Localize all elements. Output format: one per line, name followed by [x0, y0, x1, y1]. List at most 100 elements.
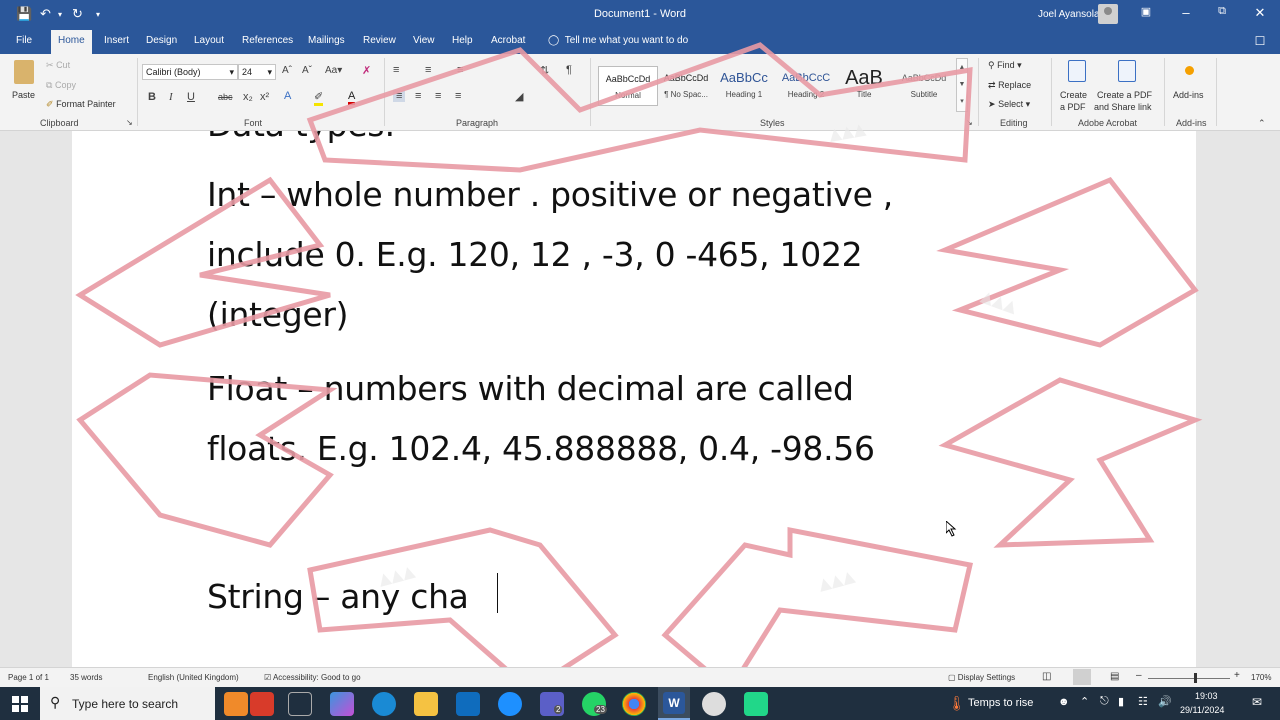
style-subtitle[interactable]: AaBbCcDd Subtitle	[894, 66, 954, 106]
people-icon[interactable]: ☻	[1058, 696, 1070, 708]
tab-review[interactable]: Review	[363, 35, 396, 46]
restore-button[interactable]: ⧉	[1212, 5, 1232, 18]
weather-status[interactable]: Temps to rise	[968, 697, 1033, 709]
tab-view[interactable]: View	[413, 35, 435, 46]
zoom-in-icon[interactable]: +	[1234, 670, 1240, 681]
user-name[interactable]: Joel Ayansola	[1038, 9, 1100, 20]
file-explorer-icon[interactable]	[414, 692, 438, 716]
clock-icon[interactable]	[702, 692, 726, 716]
clock-time[interactable]: 19:03	[1195, 691, 1218, 701]
chrome-icon[interactable]	[622, 692, 646, 716]
language-status[interactable]: English (United Kingdom)	[148, 673, 239, 682]
style-normal[interactable]: AaBbCcDd Normal	[598, 66, 658, 106]
align-center-icon[interactable]: ≡	[415, 90, 421, 102]
start-button[interactable]	[0, 687, 40, 720]
avatar[interactable]	[1098, 4, 1118, 24]
tab-references[interactable]: References	[242, 35, 293, 46]
ribbon-display-options-icon[interactable]: ▣	[1136, 5, 1156, 18]
document-area[interactable]: Data types: Int – whole number . positiv…	[0, 131, 1280, 667]
clock-date[interactable]: 29/11/2024	[1180, 705, 1224, 715]
taskbar-search[interactable]: ⚲ Type here to search	[40, 687, 215, 720]
close-button[interactable]: ✕	[1250, 5, 1270, 21]
align-left-icon[interactable]: ≡	[393, 90, 406, 102]
zoom-slider-thumb[interactable]	[1194, 673, 1197, 683]
safari-icon[interactable]	[498, 692, 522, 716]
pycharm-icon[interactable]	[744, 692, 768, 716]
highlight-icon[interactable]: ✐	[314, 90, 324, 106]
volume-icon[interactable]: 🔊	[1158, 695, 1172, 708]
bullets-icon[interactable]: ≡	[393, 64, 399, 76]
edge-icon[interactable]	[372, 692, 396, 716]
font-size-select[interactable]: 24 ▾	[238, 64, 276, 80]
text-effects-icon[interactable]: A	[284, 90, 291, 102]
accessibility-status[interactable]: ☑ Accessibility: Good to go	[264, 673, 361, 682]
grow-font-icon[interactable]: Aˆ	[282, 65, 292, 76]
web-layout-icon[interactable]: ▤	[1110, 671, 1119, 682]
shrink-font-icon[interactable]: Aˇ	[302, 65, 312, 76]
select-button[interactable]: ➤ Select ▾	[988, 99, 1030, 110]
tab-help[interactable]: Help	[452, 35, 473, 46]
word-taskbar-button[interactable]: W	[658, 687, 690, 720]
add-ins-button[interactable]: Add-ins	[1170, 58, 1210, 116]
change-case-icon[interactable]: Aa▾	[325, 65, 342, 76]
minimize-button[interactable]: –	[1176, 5, 1196, 20]
align-right-icon[interactable]: ≡	[435, 90, 441, 102]
network-icon[interactable]: ☷	[1138, 695, 1148, 708]
copy-button[interactable]: ⧉ Copy	[46, 80, 76, 91]
replace-button[interactable]: ⇄ Replace	[988, 80, 1031, 91]
bold-icon[interactable]: B	[148, 91, 156, 103]
dialog-launcher-icon[interactable]: ↘	[126, 118, 133, 127]
display-settings-button[interactable]: ▢ Display Settings	[948, 673, 1015, 682]
style-heading-1[interactable]: AaBbCc Heading 1	[714, 66, 774, 106]
numbering-icon[interactable]: ≡	[425, 64, 431, 76]
show-hidden-icons[interactable]: ⌃	[1080, 695, 1089, 708]
cut-button[interactable]: ✂ Cut	[46, 60, 70, 71]
sort-icon[interactable]: ⇅	[540, 64, 549, 77]
format-painter-button[interactable]: ✐ Format Painter	[46, 99, 116, 110]
italic-icon[interactable]: I	[169, 91, 173, 103]
page-count[interactable]: Page 1 of 1	[8, 673, 49, 682]
styles-scrollbar[interactable]: ▲ ▼ ▾	[956, 58, 968, 112]
word-count[interactable]: 35 words	[70, 673, 102, 682]
clear-formatting-icon[interactable]: ✗	[362, 64, 371, 77]
battery-icon[interactable]: ▮	[1118, 695, 1124, 708]
comments-icon[interactable]: ☐	[1250, 34, 1270, 48]
create-pdf-share-button[interactable]: Create a PDF and Share link	[1094, 58, 1160, 116]
strikethrough-icon[interactable]: abc	[218, 92, 233, 102]
gift-icon[interactable]	[250, 692, 274, 716]
multilevel-list-icon[interactable]: ≡	[457, 64, 463, 76]
underline-icon[interactable]: U	[187, 91, 195, 103]
dialog-launcher-icon[interactable]: ↘	[966, 118, 973, 127]
tab-design[interactable]: Design	[146, 35, 177, 46]
pilcrow-icon[interactable]: ¶	[566, 64, 572, 76]
copilot-icon[interactable]	[330, 692, 354, 716]
create-pdf-button[interactable]: Create a PDF	[1058, 58, 1094, 116]
clock-app-icon[interactable]	[224, 692, 248, 716]
style-heading-2[interactable]: AaBbCcC Heading 2	[776, 66, 836, 106]
zoom-slider[interactable]	[1148, 673, 1230, 683]
style-title[interactable]: AaB Title	[834, 66, 894, 106]
document-page[interactable]: Data types: Int – whole number . positiv…	[72, 131, 1196, 667]
style-no-spacing[interactable]: AaBbCcDd ¶ No Spac...	[656, 66, 716, 106]
zoom-out-icon[interactable]: –	[1136, 670, 1142, 681]
collapse-ribbon-icon[interactable]: ⌃	[1258, 118, 1266, 129]
tab-mailings[interactable]: Mailings	[308, 35, 345, 46]
notifications-icon[interactable]: ✉	[1252, 695, 1262, 709]
tab-layout[interactable]: Layout	[194, 35, 224, 46]
font-name-select[interactable]: Calibri (Body) ▾	[142, 64, 238, 80]
zoom-level[interactable]: 170%	[1251, 673, 1271, 682]
shading-icon[interactable]: ◢	[515, 90, 523, 103]
tab-acrobat[interactable]: Acrobat	[491, 35, 525, 46]
print-layout-icon[interactable]	[1073, 669, 1091, 685]
subscript-icon[interactable]: x₂	[243, 91, 253, 103]
task-view-icon[interactable]	[288, 692, 312, 716]
tell-me-search[interactable]: ◯ Tell me what you want to do	[548, 35, 688, 46]
tab-insert[interactable]: Insert	[104, 35, 129, 46]
font-color-icon[interactable]: A	[348, 90, 356, 105]
tab-home[interactable]: Home	[51, 30, 92, 54]
read-mode-icon[interactable]: ◫	[1042, 671, 1051, 682]
paste-button[interactable]: Paste	[10, 58, 38, 114]
justify-icon[interactable]: ≡	[455, 90, 461, 102]
find-button[interactable]: ⚲ Find ▾	[988, 60, 1022, 71]
superscript-icon[interactable]: x²	[260, 91, 269, 103]
